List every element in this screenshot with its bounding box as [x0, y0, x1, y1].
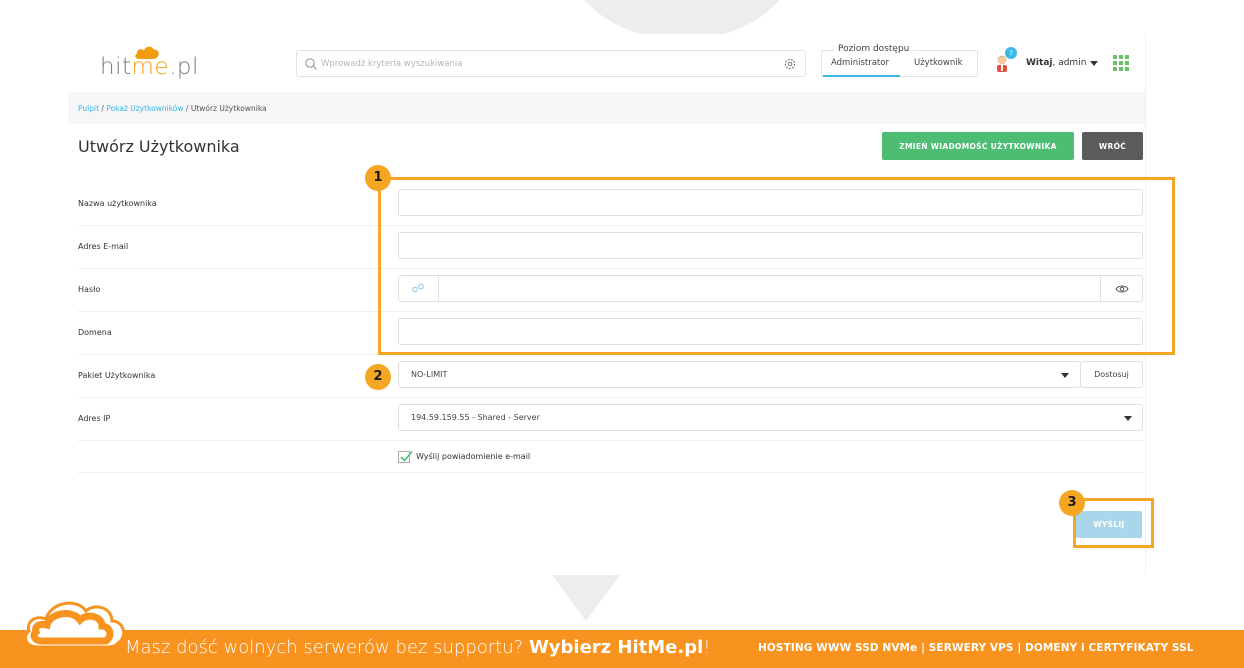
form-row-notify: Wyślij powiadomienie e-mail	[78, 442, 1144, 473]
access-tab-active-indicator	[823, 75, 900, 77]
annotation-badge-2: 2	[365, 364, 391, 390]
notify-email-checkbox[interactable]	[398, 450, 413, 463]
breadcrumb-separator: /	[183, 104, 191, 113]
welcome-username: , admin	[1052, 58, 1087, 68]
ip-select-caret-icon	[1124, 416, 1132, 421]
user-menu-caret-icon[interactable]	[1090, 61, 1098, 66]
access-level-title: Poziom dostępu	[834, 44, 914, 54]
notification-count-badge[interactable]: 7	[1005, 47, 1017, 59]
promo-banner[interactable]: Masz dość wolnych serwerów bez supportu?…	[0, 630, 1244, 668]
adjust-package-button[interactable]: Dostosuj	[1080, 361, 1143, 388]
breadcrumb-current: Utwórz Użytkownika	[190, 104, 267, 113]
username-label: Nazwa użytkownika	[78, 199, 157, 208]
annotation-box-1	[378, 177, 1175, 355]
annotation-box-3	[1073, 498, 1154, 548]
annotation-badge-1: 1	[365, 165, 391, 191]
notify-email-label[interactable]: Wyślij powiadomienie e-mail	[416, 452, 530, 461]
ip-select[interactable]: 194.59.159.55 - Shared - Server	[398, 404, 1143, 431]
screen-root: hitme.pl Poziom dostępu Administrator Uż…	[0, 0, 1244, 668]
search-input[interactable]	[321, 54, 771, 74]
logo-accent: me	[131, 54, 170, 80]
annotation-badge-3: 3	[1059, 490, 1085, 516]
logo-prefix: hit	[100, 54, 132, 80]
access-tab-user[interactable]: Użytkownik	[914, 58, 963, 68]
access-tab-administrator[interactable]: Administrator	[831, 58, 889, 68]
access-level-switch: Poziom dostępu Administrator Użytkownik	[821, 44, 978, 77]
welcome-greeting: Witaj	[1026, 58, 1053, 68]
package-select[interactable]: NO-LIMIT	[398, 361, 1081, 388]
password-label: Hasło	[78, 285, 101, 294]
welcome-text: Witaj, admin	[1026, 58, 1086, 68]
email-label: Adres E-mail	[78, 242, 129, 251]
banner-slogan: Masz dość wolnych serwerów bez supportu?…	[125, 637, 710, 658]
form-row-package: Pakiet Użytkownika NO-LIMIT Dostosuj	[78, 355, 1144, 398]
breadcrumb-bar: Pulpit / Pokaż Użytkowników / Utwórz Uży…	[68, 92, 1146, 124]
breadcrumb-link-users[interactable]: Pokaż Użytkowników	[106, 104, 183, 113]
top-header: hitme.pl Poziom dostępu Administrator Uż…	[68, 34, 1146, 92]
page-title: Utwórz Użytkownika	[78, 137, 240, 156]
logo-suffix: .pl	[169, 54, 199, 80]
change-user-message-button[interactable]: ZMIEŃ WIADOMOŚĆ UŻYTKOWNIKA	[882, 132, 1074, 160]
package-label: Pakiet Użytkownika	[78, 371, 156, 380]
ip-select-value: 194.59.159.55 - Shared - Server	[411, 413, 540, 422]
banner-slogan-bold: Wybierz HitMe.pl	[528, 637, 704, 658]
background-triangle	[552, 575, 620, 621]
search-settings-gear-icon[interactable]	[783, 57, 797, 71]
breadcrumb-link-dashboard[interactable]: Pulpit	[78, 104, 99, 113]
form-row-ip: Adres IP 194.59.159.55 - Shared - Server	[78, 398, 1144, 441]
banner-cloud-icon	[24, 601, 126, 649]
apps-grid-icon[interactable]	[1113, 55, 1129, 71]
banner-slogan-prefix: Masz dość wolnych serwerów bez supportu?	[125, 637, 529, 658]
package-select-value: NO-LIMIT	[411, 370, 448, 379]
search-icon	[305, 58, 317, 70]
back-button[interactable]: WRÓĆ	[1082, 132, 1143, 160]
search-box	[296, 50, 806, 77]
logo-text: hitme.pl	[100, 54, 199, 80]
domain-label: Domena	[78, 328, 112, 337]
checkmark-icon	[400, 450, 413, 462]
banner-services: HOSTING WWW SSD NVMe | SERWERY VPS | DOM…	[758, 642, 1194, 654]
ip-label: Adres IP	[78, 414, 111, 423]
package-select-caret-icon	[1061, 373, 1069, 378]
breadcrumb: Pulpit / Pokaż Użytkowników / Utwórz Uży…	[78, 104, 267, 113]
banner-slogan-suffix: !	[703, 637, 711, 658]
